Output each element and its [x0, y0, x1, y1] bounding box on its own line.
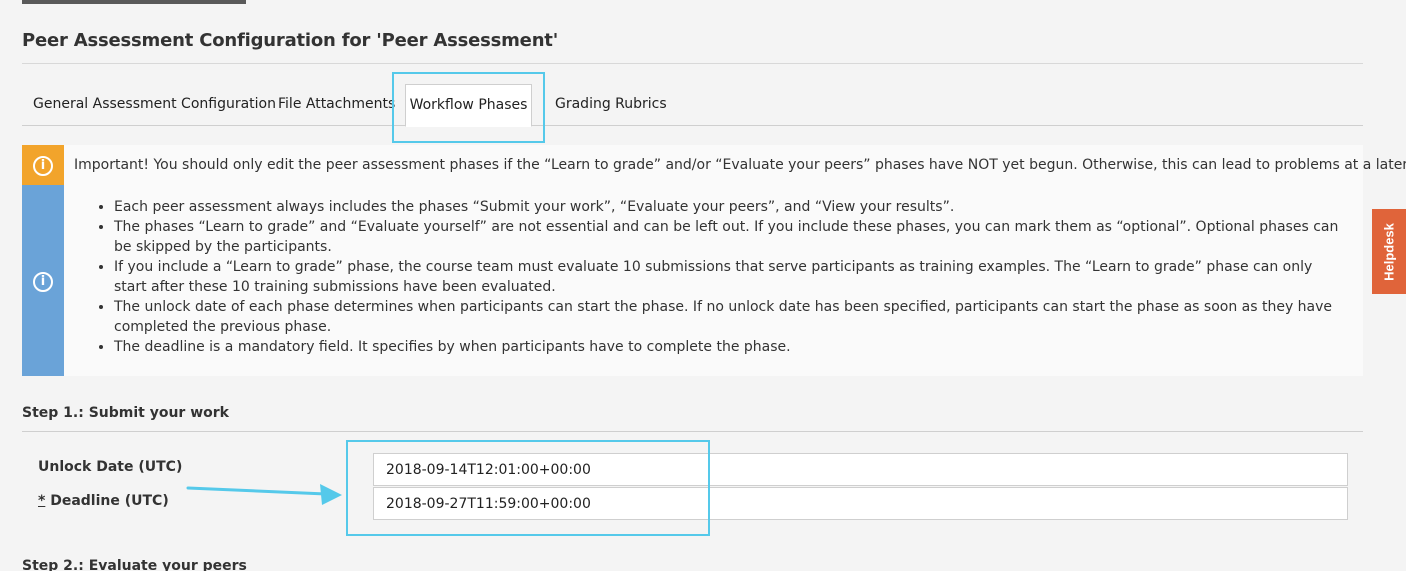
list-item: The unlock date of each phase determines… [114, 297, 1344, 337]
alert-important-text: Important! You should only edit the peer… [74, 157, 1406, 173]
page-title: Peer Assessment Configuration for 'Peer … [22, 30, 559, 51]
tab-bar: General Assessment Configuration File At… [22, 84, 1363, 127]
helpdesk-button[interactable]: Helpdesk [1372, 209, 1406, 294]
top-accent-bar [22, 0, 246, 4]
helpdesk-label: Helpdesk [1381, 222, 1397, 281]
info-alert: i i Important! You should only edit the … [22, 145, 1406, 376]
tab-grading-rubrics[interactable]: Grading Rubrics [555, 84, 667, 126]
deadline-label: * Deadline (UTC) [38, 493, 169, 509]
alert-info-stripe: i [22, 185, 64, 376]
info-icon: i [33, 156, 53, 176]
step1-divider [22, 431, 1363, 432]
deadline-label-text: Deadline (UTC) [50, 493, 169, 509]
info-icon: i [33, 272, 53, 292]
step2-title: Step 2.: Evaluate your peers [22, 558, 247, 571]
tab-general-assessment-configuration[interactable]: General Assessment Configuration [33, 84, 276, 126]
list-item: The phases “Learn to grade” and “Evaluat… [114, 217, 1344, 257]
step1-title: Step 1.: Submit your work [22, 405, 229, 421]
deadline-input[interactable] [373, 487, 1348, 520]
alert-warning-stripe: i [22, 145, 64, 185]
alert-list: Each peer assessment always includes the… [114, 197, 1344, 357]
unlock-date-input[interactable] [373, 453, 1348, 486]
title-divider [22, 63, 1363, 64]
tab-file-attachments[interactable]: File Attachments [278, 84, 395, 126]
list-item: If you include a “Learn to grade” phase,… [114, 257, 1344, 297]
list-item: The deadline is a mandatory field. It sp… [114, 337, 1344, 357]
tab-workflow-phases[interactable]: Workflow Phases [405, 84, 532, 127]
annotation-arrow-icon [186, 484, 342, 505]
list-item: Each peer assessment always includes the… [114, 197, 1344, 217]
required-marker: * [38, 493, 46, 509]
unlock-date-label: Unlock Date (UTC) [38, 459, 183, 475]
